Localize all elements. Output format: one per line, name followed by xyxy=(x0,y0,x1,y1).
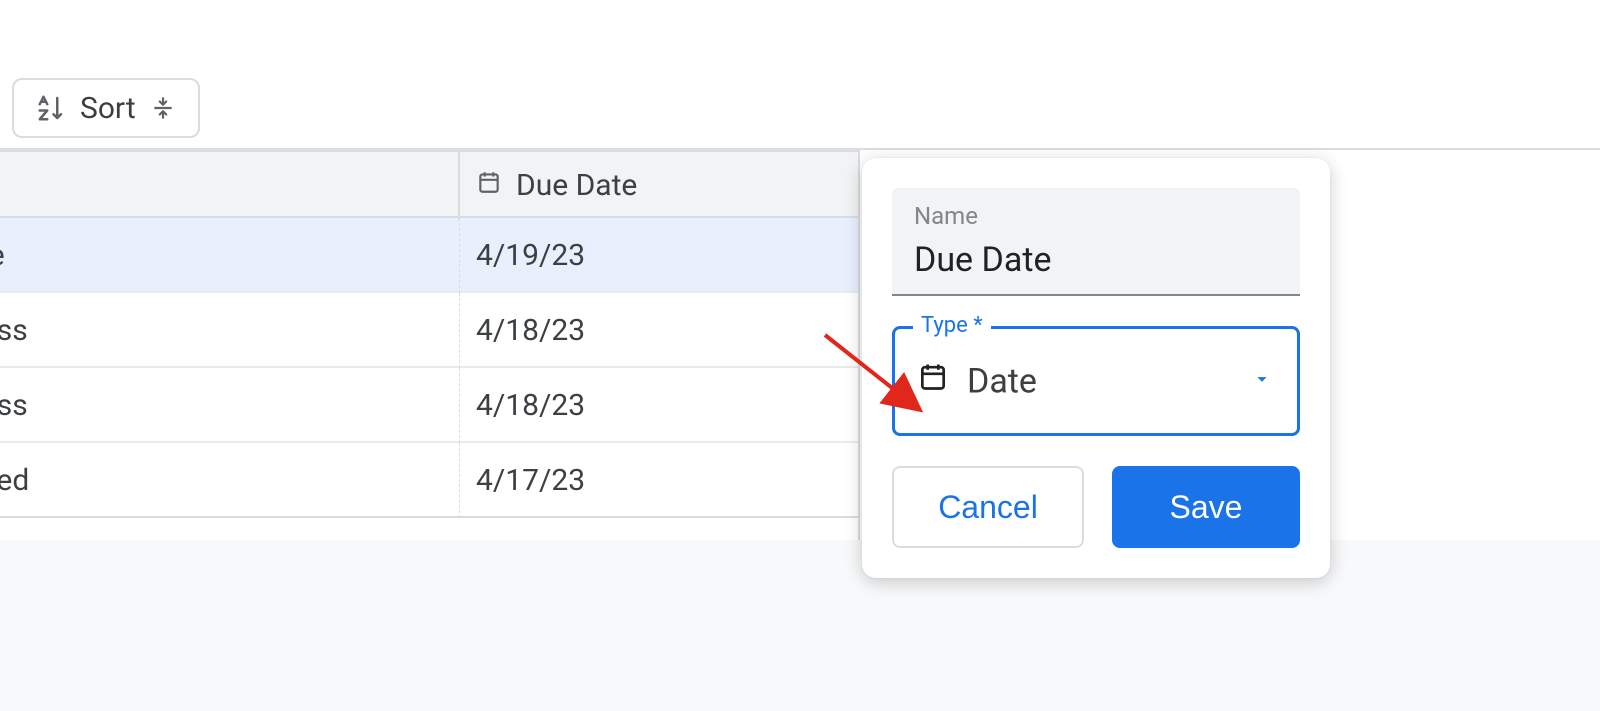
column-header-due-date[interactable]: Due Date xyxy=(460,152,860,220)
due-date-cell: 4/19/23 xyxy=(460,218,860,293)
type-select[interactable]: Type * Date xyxy=(892,326,1300,436)
name-input[interactable]: Name Due Date xyxy=(892,188,1300,296)
type-select-label: Type * xyxy=(913,313,991,338)
calendar-icon xyxy=(917,361,949,402)
status-cell: Not Started xyxy=(0,443,460,518)
status-cell: Complete xyxy=(0,218,460,293)
name-input-label: Name xyxy=(914,202,1278,230)
save-button[interactable]: Save xyxy=(1112,466,1300,548)
chevron-down-icon xyxy=(1251,368,1273,394)
column-divider xyxy=(858,150,860,540)
calendar-icon xyxy=(476,152,502,220)
compact-rows-icon xyxy=(150,95,176,121)
due-date-cell: 4/17/23 xyxy=(460,443,860,518)
dialog-button-row: Cancel Save xyxy=(892,466,1300,548)
data-table: Status Due Date Complete 4/19/23 In Prog… xyxy=(0,150,860,518)
sort-button-label: Sort xyxy=(80,91,136,126)
sort-az-icon xyxy=(36,93,66,123)
table-row[interactable]: Complete 4/19/23 xyxy=(0,218,860,293)
app-stage: Sort Status xyxy=(0,0,1600,711)
column-header-status[interactable]: Status xyxy=(0,152,460,220)
due-date-cell: 4/18/23 xyxy=(460,293,860,368)
type-select-value: Date xyxy=(967,361,1037,401)
name-input-value: Due Date xyxy=(914,240,1278,280)
column-edit-dialog: Name Due Date Type * Date Cancel xyxy=(862,158,1330,578)
table-header-row: Status Due Date xyxy=(0,150,860,218)
column-header-label: Due Date xyxy=(516,152,637,220)
table-row[interactable]: In Progress 4/18/23 xyxy=(0,368,860,443)
status-cell: In Progress xyxy=(0,368,460,443)
empty-area xyxy=(0,540,1600,711)
due-date-cell: 4/18/23 xyxy=(460,368,860,443)
table-row[interactable]: In Progress 4/18/23 xyxy=(0,293,860,368)
sort-button[interactable]: Sort xyxy=(12,78,200,138)
cancel-button[interactable]: Cancel xyxy=(892,466,1084,548)
table-row[interactable]: Not Started 4/17/23 xyxy=(0,443,860,518)
toolbar: Sort xyxy=(0,70,1600,150)
status-cell: In Progress xyxy=(0,293,460,368)
